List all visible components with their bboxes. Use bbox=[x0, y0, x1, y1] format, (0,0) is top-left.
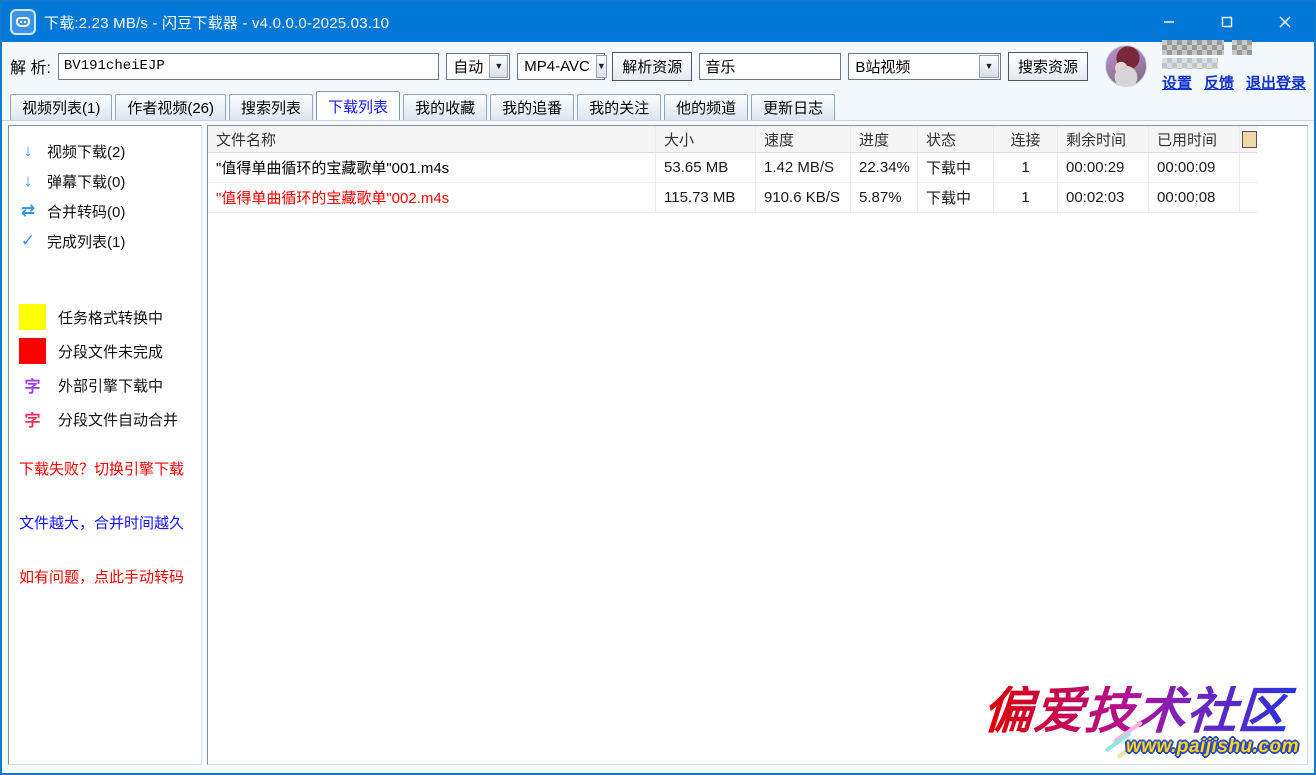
toolbar: 解 析: 自动 ▼ MP4-AVC ▼ 解析资源 B站视频 ▼ 搜索资源 设置 … bbox=[2, 42, 1314, 90]
cell-filename: "值得单曲循环的宝藏歌单"002.m4s bbox=[208, 183, 656, 212]
sidebar-item-label: 合并转码(0) bbox=[47, 201, 125, 222]
cell-size: 53.65 MB bbox=[656, 153, 756, 182]
tab-bangumi[interactable]: 我的追番 bbox=[490, 94, 574, 120]
search-resource-button[interactable]: 搜索资源 bbox=[1008, 52, 1088, 81]
purple-char-swatch: 字 bbox=[19, 373, 46, 397]
cell-remaining: 00:02:03 bbox=[1058, 183, 1149, 212]
minimize-button[interactable] bbox=[1140, 2, 1198, 42]
tip-switch-engine[interactable]: 下载失败？切换引擎下载 bbox=[19, 458, 191, 479]
cell-status: 下载中 bbox=[918, 183, 994, 212]
yellow-swatch bbox=[19, 304, 46, 330]
tip-merge-time: 文件越大，合并时间越久 bbox=[19, 512, 191, 533]
legend-item: 字 外部引擎下载中 bbox=[19, 370, 191, 400]
table-row[interactable]: "值得单曲循环的宝藏歌单"001.m4s 53.65 MB 1.42 MB/S … bbox=[208, 153, 1257, 183]
legend-item: 字 分段文件自动合并 bbox=[19, 404, 191, 434]
sidebar-tips: 下载失败？切换引擎下载 文件越大，合并时间越久 如有问题，点此手动转码 bbox=[19, 458, 191, 620]
cell-connections: 1 bbox=[994, 153, 1058, 182]
chevron-down-icon[interactable]: ▼ bbox=[979, 55, 999, 78]
header-corner-button[interactable] bbox=[1242, 131, 1257, 148]
download-arrow-icon: ↓ bbox=[19, 171, 37, 191]
sidebar-item-label: 弹幕下载(0) bbox=[47, 171, 125, 192]
cell-speed: 910.6 KB/S bbox=[756, 183, 851, 212]
cell-progress: 5.87% bbox=[851, 183, 918, 212]
sidebar-item-danmaku-download[interactable]: ↓ 弹幕下载(0) bbox=[19, 166, 191, 196]
tab-his-channel[interactable]: 他的频道 bbox=[664, 94, 748, 120]
col-connections[interactable]: 连接 bbox=[994, 126, 1058, 152]
maximize-button[interactable] bbox=[1198, 2, 1256, 42]
col-elapsed[interactable]: 已用时间 bbox=[1149, 126, 1240, 152]
cell-elapsed: 00:00:08 bbox=[1149, 183, 1240, 212]
censored-username-line2 bbox=[1162, 58, 1218, 69]
col-speed[interactable]: 速度 bbox=[756, 126, 851, 152]
col-status[interactable]: 状态 bbox=[918, 126, 994, 152]
cell-progress: 22.34% bbox=[851, 153, 918, 182]
parse-resource-button[interactable]: 解析资源 bbox=[612, 52, 692, 81]
col-filename[interactable]: 文件名称 bbox=[208, 126, 656, 152]
download-table-panel: 文件名称 大小 速度 进度 状态 连接 剩余时间 已用时间 "值得单曲循环的宝藏… bbox=[207, 125, 1308, 765]
cell-status: 下载中 bbox=[918, 153, 994, 182]
chevron-down-icon[interactable]: ▼ bbox=[489, 55, 508, 78]
watermark-text: 偏爱技术社区 bbox=[981, 686, 1302, 736]
watermark: 偏爱技术社区 www.paijishu.com bbox=[983, 686, 1301, 758]
user-avatar[interactable] bbox=[1105, 45, 1147, 87]
window-title: 下载:2.23 MB/s - 闪豆下载器 - v4.0.0.0-2025.03.… bbox=[44, 12, 389, 33]
search-input[interactable] bbox=[699, 53, 841, 80]
table-header: 文件名称 大小 速度 进度 状态 连接 剩余时间 已用时间 bbox=[208, 126, 1257, 153]
sidebar: ↓ 视频下载(2) ↓ 弹幕下载(0) ⇄ 合并转码(0) ✓ 完成列表(1) … bbox=[8, 125, 202, 765]
tab-download-list[interactable]: 下载列表 bbox=[316, 91, 400, 120]
cell-speed: 1.42 MB/S bbox=[756, 153, 851, 182]
sidebar-item-label: 视频下载(2) bbox=[47, 141, 125, 162]
censored-username bbox=[1162, 40, 1306, 55]
chevron-down-icon[interactable]: ▼ bbox=[596, 55, 607, 78]
cell-remaining: 00:00:29 bbox=[1058, 153, 1149, 182]
watermark-streaks-decoration bbox=[1101, 728, 1161, 758]
cell-filename: "值得单曲循环的宝藏歌单"001.m4s bbox=[208, 153, 656, 182]
cell-elapsed: 00:00:09 bbox=[1149, 153, 1240, 182]
content-area: ↓ 视频下载(2) ↓ 弹幕下载(0) ⇄ 合并转码(0) ✓ 完成列表(1) … bbox=[2, 120, 1314, 773]
user-box: 设置 反馈 退出登录 bbox=[1162, 40, 1306, 93]
cell-size: 115.73 MB bbox=[656, 183, 756, 212]
sidebar-item-completed-list[interactable]: ✓ 完成列表(1) bbox=[19, 226, 191, 256]
tab-video-list[interactable]: 视频列表(1) bbox=[10, 94, 112, 120]
parse-input[interactable] bbox=[58, 53, 439, 80]
tab-following[interactable]: 我的关注 bbox=[577, 94, 661, 120]
close-button[interactable] bbox=[1256, 2, 1314, 42]
col-remaining[interactable]: 剩余时间 bbox=[1058, 126, 1149, 152]
tab-search-list[interactable]: 搜索列表 bbox=[229, 94, 313, 120]
app-icon bbox=[10, 9, 36, 35]
check-icon: ✓ bbox=[19, 231, 37, 251]
col-size[interactable]: 大小 bbox=[656, 126, 756, 152]
download-table: 文件名称 大小 速度 进度 状态 连接 剩余时间 已用时间 "值得单曲循环的宝藏… bbox=[208, 126, 1257, 213]
format-select[interactable]: MP4-AVC ▼ bbox=[517, 53, 605, 80]
status-legend: 任务格式转换中 分段文件未完成 字 外部引擎下载中 字 分段文件自动合并 bbox=[19, 302, 191, 434]
app-window: 下载:2.23 MB/s - 闪豆下载器 - v4.0.0.0-2025.03.… bbox=[0, 0, 1316, 775]
sidebar-item-video-download[interactable]: ↓ 视频下载(2) bbox=[19, 136, 191, 166]
source-select[interactable]: B站视频 ▼ bbox=[848, 53, 1001, 80]
tab-changelog[interactable]: 更新日志 bbox=[751, 94, 835, 120]
red-char-swatch: 字 bbox=[19, 407, 46, 431]
parse-label: 解 析: bbox=[10, 54, 51, 78]
legend-item: 分段文件未完成 bbox=[19, 336, 191, 366]
watermark-url: www.paijishu.com bbox=[1126, 736, 1299, 758]
tab-favorites[interactable]: 我的收藏 bbox=[403, 94, 487, 120]
cell-connections: 1 bbox=[994, 183, 1058, 212]
sidebar-item-label: 完成列表(1) bbox=[47, 231, 125, 252]
tab-author-videos[interactable]: 作者视频(26) bbox=[115, 94, 226, 120]
red-swatch bbox=[19, 338, 46, 364]
title-bar: 下载:2.23 MB/s - 闪豆下载器 - v4.0.0.0-2025.03.… bbox=[2, 2, 1314, 42]
tab-bar: 视频列表(1) 作者视频(26) 搜索列表 下载列表 我的收藏 我的追番 我的关… bbox=[2, 90, 1314, 120]
table-row[interactable]: "值得单曲循环的宝藏歌单"002.m4s 115.73 MB 910.6 KB/… bbox=[208, 183, 1257, 213]
legend-item: 任务格式转换中 bbox=[19, 302, 191, 332]
transcode-arrows-icon: ⇄ bbox=[19, 201, 37, 221]
sidebar-item-merge-transcode[interactable]: ⇄ 合并转码(0) bbox=[19, 196, 191, 226]
tip-manual-transcode[interactable]: 如有问题，点此手动转码 bbox=[19, 566, 191, 587]
quality-select[interactable]: 自动 ▼ bbox=[446, 53, 510, 80]
download-arrow-icon: ↓ bbox=[19, 141, 37, 161]
col-progress[interactable]: 进度 bbox=[851, 126, 918, 152]
